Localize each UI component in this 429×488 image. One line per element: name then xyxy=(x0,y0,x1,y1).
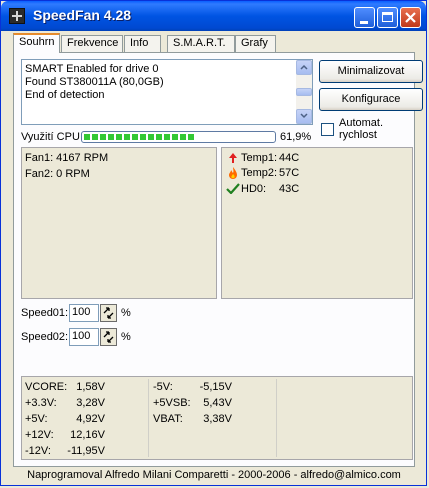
voltage-label: +12V: xyxy=(25,429,54,441)
speed01-spinner[interactable] xyxy=(100,304,117,322)
auto-speed-checkbox[interactable] xyxy=(321,123,334,136)
cpu-usage-label: Využití CPU xyxy=(21,131,80,143)
voltage-value: 12,16V xyxy=(70,429,105,441)
chevron-up-icon xyxy=(300,64,308,70)
tab-smart[interactable]: S.M.A.R.T. xyxy=(167,35,235,52)
flame-icon xyxy=(229,167,237,179)
footer-credits: Naprogramoval Alfredo Milani Comparetti … xyxy=(27,469,401,481)
temp2-label: Temp2: xyxy=(241,167,278,179)
hd0-label: HD0: xyxy=(241,183,267,195)
fan-reading: Fan1: 4167 RPM xyxy=(25,152,109,164)
temp1-label: Temp1: xyxy=(241,152,278,164)
speed01-input[interactable]: 100 xyxy=(69,304,99,322)
speedfan-app-icon[interactable] xyxy=(9,8,25,24)
cpu-bar-segment xyxy=(188,134,194,140)
cpu-bar-segment xyxy=(92,134,98,140)
log-line: Found ST380011A (80,0GB) xyxy=(25,76,164,88)
close-icon xyxy=(405,12,416,23)
detection-log[interactable]: SMART Enabled for drive 0 Found ST380011… xyxy=(21,59,313,125)
tab-frekvence[interactable]: Frekvence xyxy=(61,35,123,52)
speed02-label: Speed02: xyxy=(21,331,69,343)
voltage-value: -11,95V xyxy=(67,445,105,457)
speed01-label: Speed01: xyxy=(21,307,69,319)
maximize-window-button[interactable] xyxy=(377,7,398,28)
tab-souhrn[interactable]: Souhrn xyxy=(13,33,60,53)
voltage-value: 5,43V xyxy=(203,397,232,409)
fans-panel: Fan1: 4167 RPM Fan2: 0 RPM xyxy=(21,147,217,299)
spin-arrows-icon xyxy=(103,331,114,343)
auto-speed-label-line2: rychlost xyxy=(339,129,377,141)
voltage-value: 3,28V xyxy=(76,397,105,409)
speed02-input[interactable]: 100 xyxy=(69,328,99,346)
cpu-bar-segment xyxy=(156,134,162,140)
title-bar[interactable]: SpeedFan 4.28 xyxy=(1,1,426,31)
voltage-value: 1,58V xyxy=(76,381,105,393)
maximize-icon xyxy=(382,12,393,22)
voltage-label: VCORE: xyxy=(25,381,68,393)
minimize-window-button[interactable] xyxy=(354,7,375,28)
auto-speed-label-line1: Automat. xyxy=(339,117,384,129)
speed02-unit: % xyxy=(121,331,131,343)
hd0-value: 43C xyxy=(279,183,300,195)
voltage-column-divider xyxy=(148,379,149,457)
voltage-value: 3,38V xyxy=(203,413,232,425)
cpu-bar-segment xyxy=(116,134,122,140)
scroll-thumb[interactable] xyxy=(296,88,312,96)
voltage-label: +5VSB: xyxy=(153,397,191,409)
check-icon xyxy=(226,183,240,194)
cpu-usage-bar xyxy=(81,131,276,143)
cpu-bar-segment xyxy=(124,134,130,140)
log-line: End of detection xyxy=(25,89,105,101)
cpu-bar-segment xyxy=(108,134,114,140)
voltage-label: +5V: xyxy=(25,413,48,425)
close-window-button[interactable] xyxy=(400,7,421,28)
spin-arrows-icon xyxy=(103,307,114,319)
temp1-value: 44C xyxy=(279,152,300,164)
scroll-down-button[interactable] xyxy=(296,109,312,124)
window-title: SpeedFan 4.28 xyxy=(33,7,132,23)
speed01-unit: % xyxy=(121,307,131,319)
voltage-label: VBAT: xyxy=(153,413,183,425)
temp2-value: 57C xyxy=(279,167,300,179)
log-scrollbar[interactable] xyxy=(296,60,312,124)
voltage-value: -5,15V xyxy=(199,381,232,393)
minimize-icon xyxy=(360,21,368,24)
cpu-bar-segment xyxy=(84,134,90,140)
app-window: SpeedFan 4.28 Souhrn Frekvence Info S.M.… xyxy=(0,0,427,486)
voltage-label: -12V: xyxy=(25,445,51,457)
auto-speed-label: Automat. rychlost xyxy=(339,117,383,141)
cpu-bar-segment xyxy=(132,134,138,140)
voltages-panel: VCORE: 1,58V +3.3V: 3,28V +5V: 4,92V +12… xyxy=(21,376,413,460)
fan-reading: Fan2: 0 RPM xyxy=(25,168,90,180)
cpu-usage-value: 61,9% xyxy=(280,131,312,143)
voltage-label: +3.3V: xyxy=(25,397,57,409)
chevron-down-icon xyxy=(300,113,308,119)
arrow-up-icon xyxy=(229,153,237,163)
tab-grafy[interactable]: Grafy xyxy=(235,35,276,52)
cpu-bar-segment xyxy=(172,134,178,140)
minimize-button[interactable]: Minimalizovat xyxy=(319,60,423,83)
cpu-bar-segment xyxy=(100,134,106,140)
configure-button[interactable]: Konfigurace xyxy=(319,88,423,111)
cpu-bar-segment xyxy=(148,134,154,140)
cpu-bar-segment xyxy=(180,134,186,140)
voltage-column-divider xyxy=(276,379,277,457)
cpu-bar-segment xyxy=(140,134,146,140)
tab-info[interactable]: Info xyxy=(124,35,161,52)
voltage-value: 4,92V xyxy=(76,413,105,425)
voltage-label: -5V: xyxy=(153,381,173,393)
log-line: SMART Enabled for drive 0 xyxy=(25,63,159,75)
scroll-up-button[interactable] xyxy=(296,60,312,75)
speed02-spinner[interactable] xyxy=(100,328,117,346)
temps-panel: Temp1: 44C Temp2: 57C HD0: 43C xyxy=(221,147,413,299)
cpu-bar-segment xyxy=(164,134,170,140)
